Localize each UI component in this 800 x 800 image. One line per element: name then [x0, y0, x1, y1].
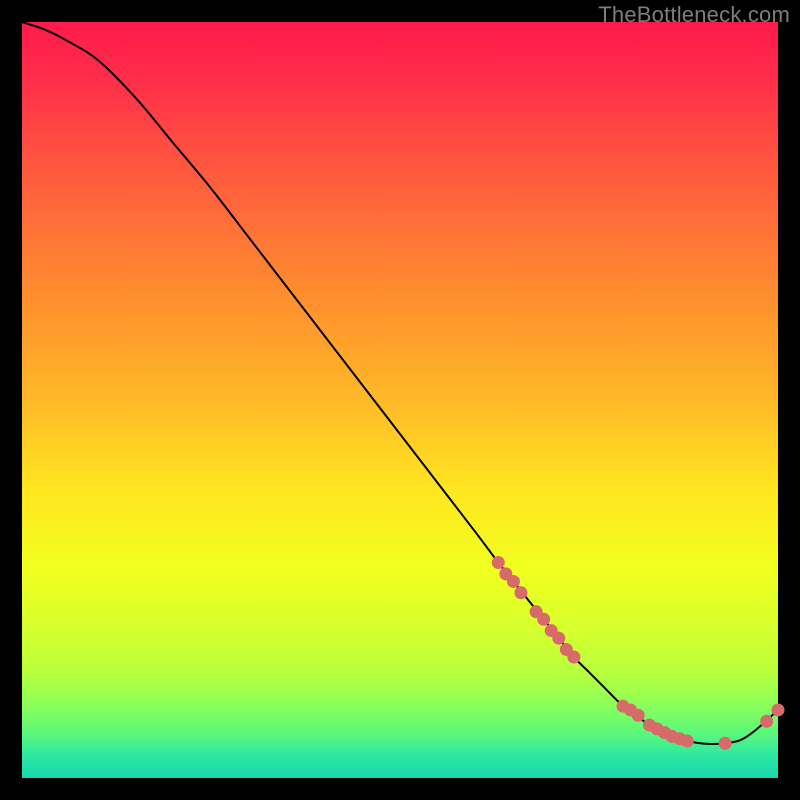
plot-svg [22, 22, 778, 778]
data-point-markers [492, 556, 785, 750]
watermark-text: TheBottleneck.com [598, 2, 790, 28]
data-point [760, 715, 773, 728]
data-point [514, 586, 527, 599]
data-point [632, 709, 645, 722]
data-point [492, 556, 505, 569]
plot-area [22, 22, 778, 778]
data-point [719, 737, 732, 750]
data-point [507, 575, 520, 588]
bottleneck-curve [22, 22, 778, 744]
data-point [552, 632, 565, 645]
data-point [537, 613, 550, 626]
data-point [772, 703, 785, 716]
data-point [681, 734, 694, 747]
data-point [567, 651, 580, 664]
chart-frame: TheBottleneck.com [0, 0, 800, 800]
